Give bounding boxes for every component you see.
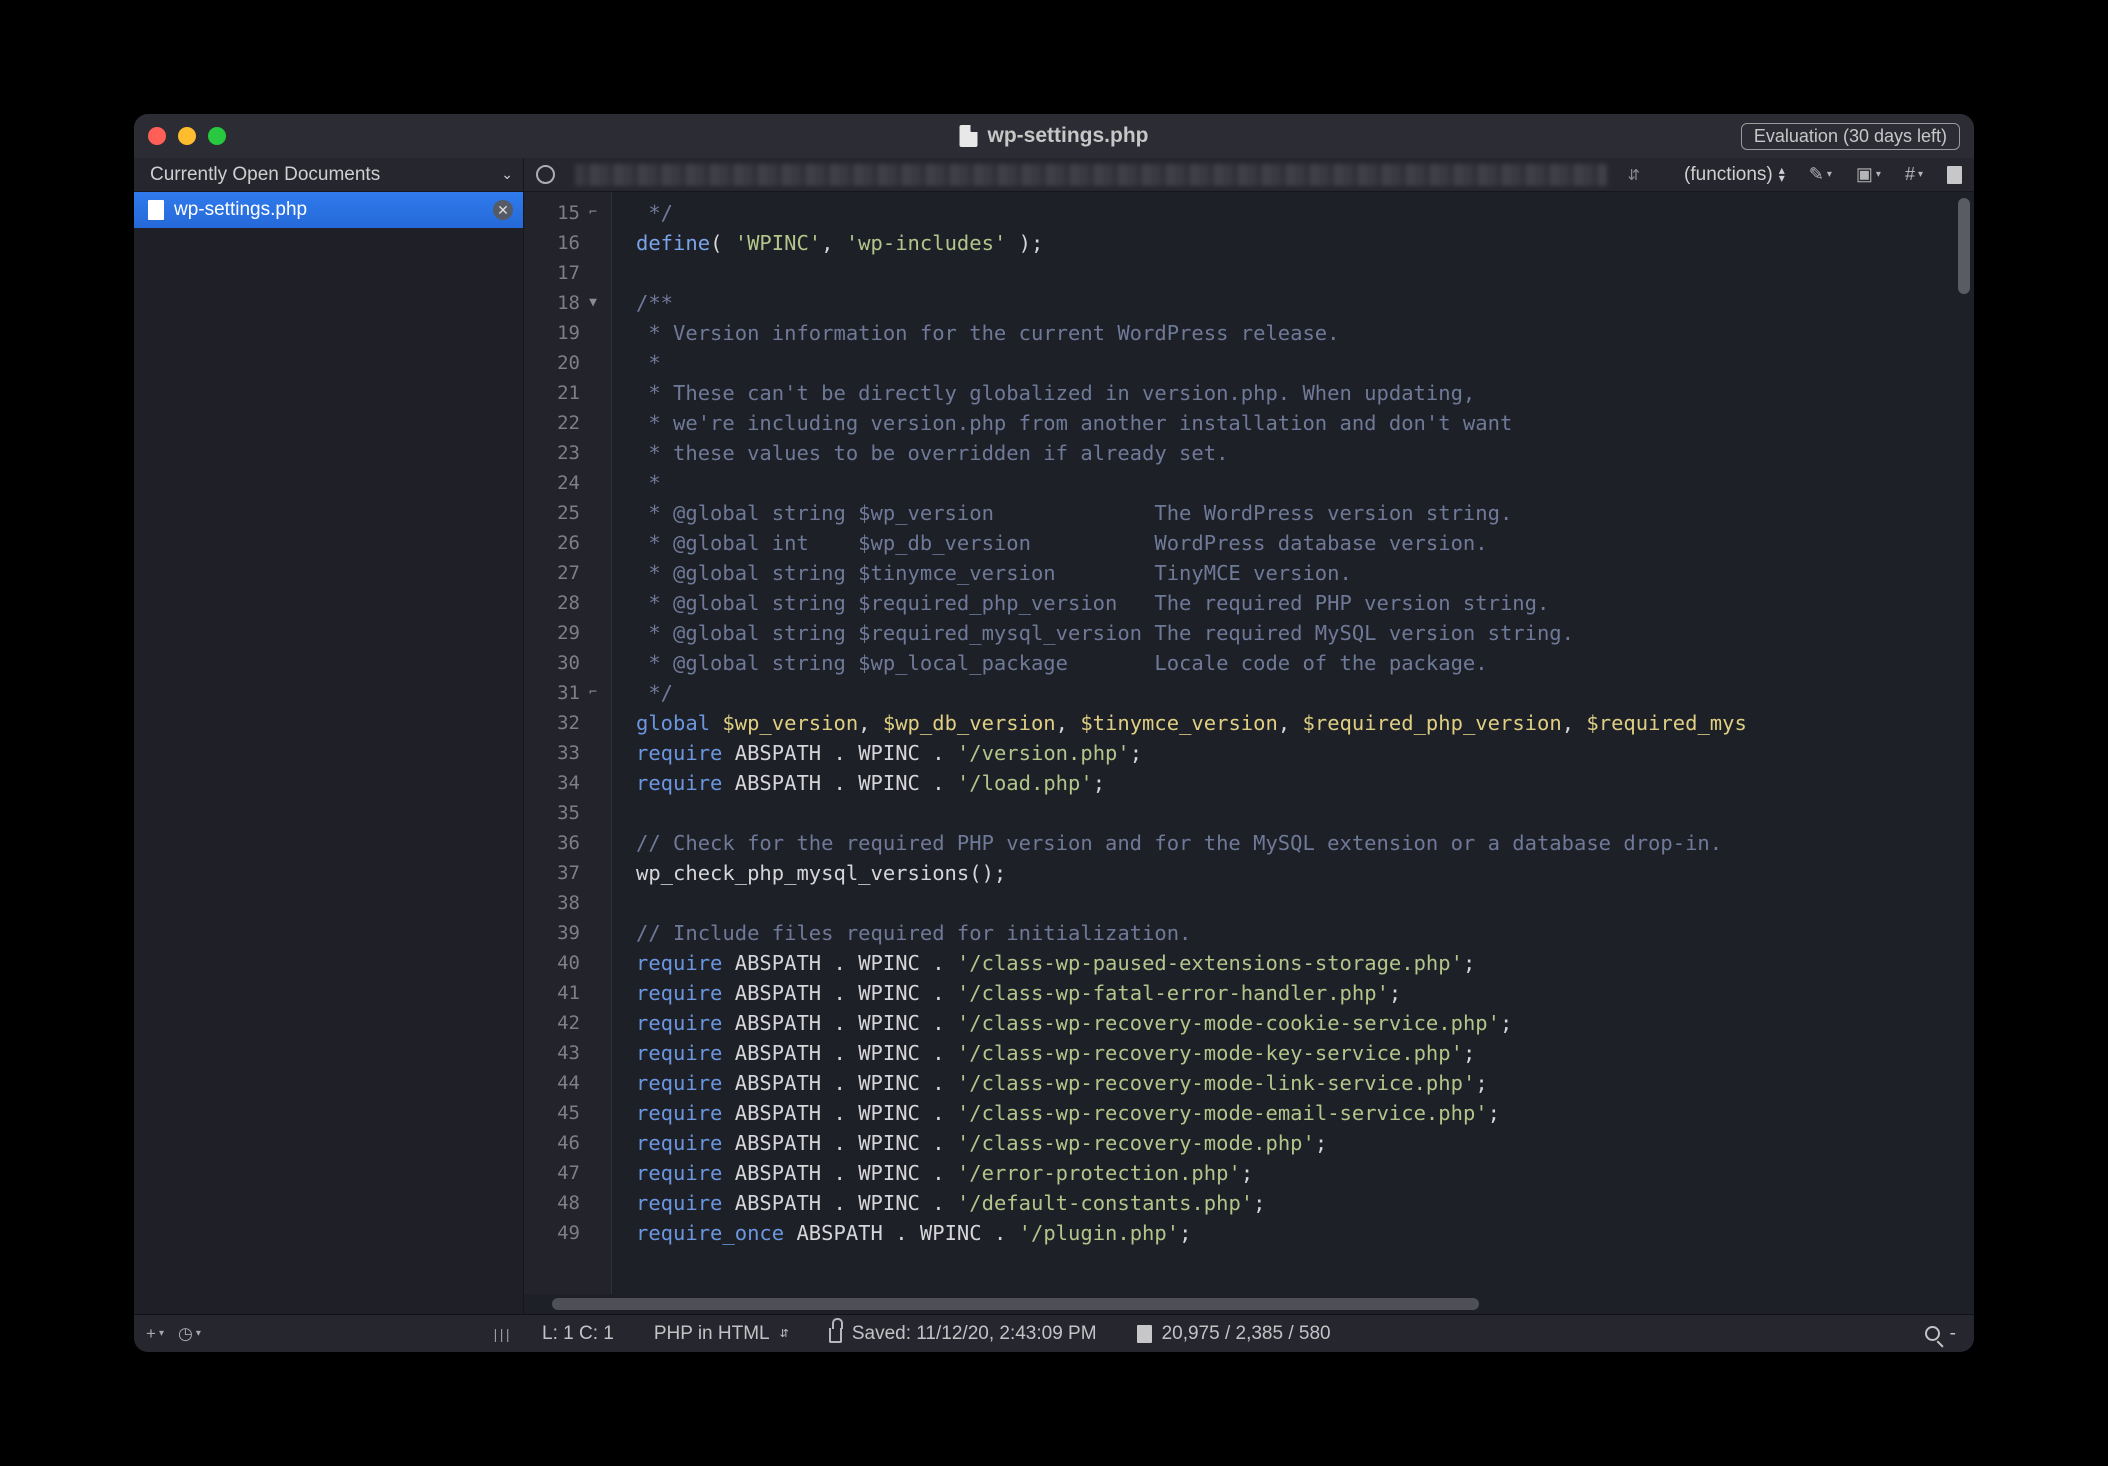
evaluation-badge[interactable]: Evaluation (30 days left) — [1741, 123, 1960, 150]
statusbar-right: L: 1 C: 1 PHP in HTML ⇵ Saved: 11/12/20,… — [524, 1323, 1974, 1345]
window-title: wp-settings.php — [960, 124, 1149, 148]
statusbar-left: + ▾ ◷ ▾ ||| — [134, 1324, 524, 1344]
statusbar: + ▾ ◷ ▾ ||| L: 1 C: 1 PHP in HTML ⇵ Save… — [134, 1314, 1974, 1352]
new-file-icon[interactable] — [1947, 166, 1962, 184]
title-text: wp-settings.php — [988, 124, 1149, 148]
cursor-position[interactable]: L: 1 C: 1 — [542, 1323, 614, 1345]
file-icon — [960, 125, 978, 147]
close-icon[interactable] — [148, 127, 166, 145]
editor-window: wp-settings.php Evaluation (30 days left… — [134, 114, 1974, 1352]
body: wp-settings.php ✕ 15⌐16 17 18▼19 20 21 2… — [134, 192, 1974, 1314]
language-label: PHP in HTML — [654, 1323, 770, 1345]
editor: 15⌐16 17 18▼19 20 21 22 23 24 25 26 27 2… — [524, 192, 1974, 1314]
functions-label: (functions) — [1684, 164, 1773, 186]
file-icon — [148, 200, 164, 220]
search-status[interactable]: - — [1925, 1323, 1956, 1345]
path-dropdown-icon[interactable]: ⇵ — [1627, 166, 1640, 184]
document-stats[interactable]: 20,975 / 2,385 / 580 — [1137, 1323, 1331, 1345]
line-number-gutter[interactable]: 15⌐16 17 18▼19 20 21 22 23 24 25 26 27 2… — [524, 192, 612, 1294]
minimize-icon[interactable] — [178, 127, 196, 145]
hash-icon[interactable]: #▾ — [1905, 164, 1923, 185]
horizontal-scrollbar[interactable] — [552, 1294, 1956, 1314]
lock-icon[interactable] — [829, 1328, 842, 1343]
window-controls — [148, 127, 226, 145]
search-icon — [1925, 1326, 1940, 1341]
open-document-label: wp-settings.php — [174, 199, 307, 221]
zoom-icon[interactable] — [208, 127, 226, 145]
pencil-icon[interactable]: ✎▾ — [1809, 164, 1832, 185]
file-icon — [1137, 1325, 1152, 1343]
code-area[interactable]: */define( 'WPINC', 'wp-includes' ); /** … — [612, 192, 1974, 1294]
save-status: Saved: 11/12/20, 2:43:09 PM — [829, 1323, 1097, 1345]
titlebar: wp-settings.php Evaluation (30 days left… — [134, 114, 1974, 158]
counts-label: 20,975 / 2,385 / 580 — [1162, 1323, 1331, 1345]
columns-icon[interactable]: ||| — [494, 1326, 512, 1342]
sidebar-header-label: Currently Open Documents — [150, 164, 380, 186]
sidebar-header[interactable]: Currently Open Documents ⌄ — [134, 158, 524, 191]
history-icon[interactable]: ◷ ▾ — [178, 1324, 201, 1344]
toolbar: Currently Open Documents ⌄ ⇵ (functions)… — [134, 158, 1974, 192]
chevron-down-icon: ⌄ — [501, 166, 513, 183]
panels-icon[interactable]: ▣▾ — [1856, 164, 1881, 185]
close-document-icon[interactable]: ✕ — [493, 200, 513, 220]
vertical-scrollbar[interactable] — [1958, 198, 1970, 294]
language-selector[interactable]: PHP in HTML ⇵ — [654, 1323, 789, 1345]
scrollbar-thumb[interactable] — [552, 1298, 1479, 1310]
gear-icon[interactable] — [536, 165, 555, 184]
functions-dropdown[interactable]: (functions) ▴▾ — [1684, 164, 1785, 186]
saved-label: Saved: 11/12/20, 2:43:09 PM — [852, 1323, 1097, 1345]
add-icon[interactable]: + ▾ — [146, 1324, 164, 1344]
search-label: - — [1950, 1323, 1956, 1345]
sidebar: wp-settings.php ✕ — [134, 192, 524, 1314]
open-document-item[interactable]: wp-settings.php ✕ — [134, 192, 523, 228]
file-path-breadcrumb[interactable] — [575, 164, 1607, 186]
toolbar-right: ⇵ (functions) ▴▾ ✎▾ ▣▾ #▾ — [524, 164, 1974, 186]
